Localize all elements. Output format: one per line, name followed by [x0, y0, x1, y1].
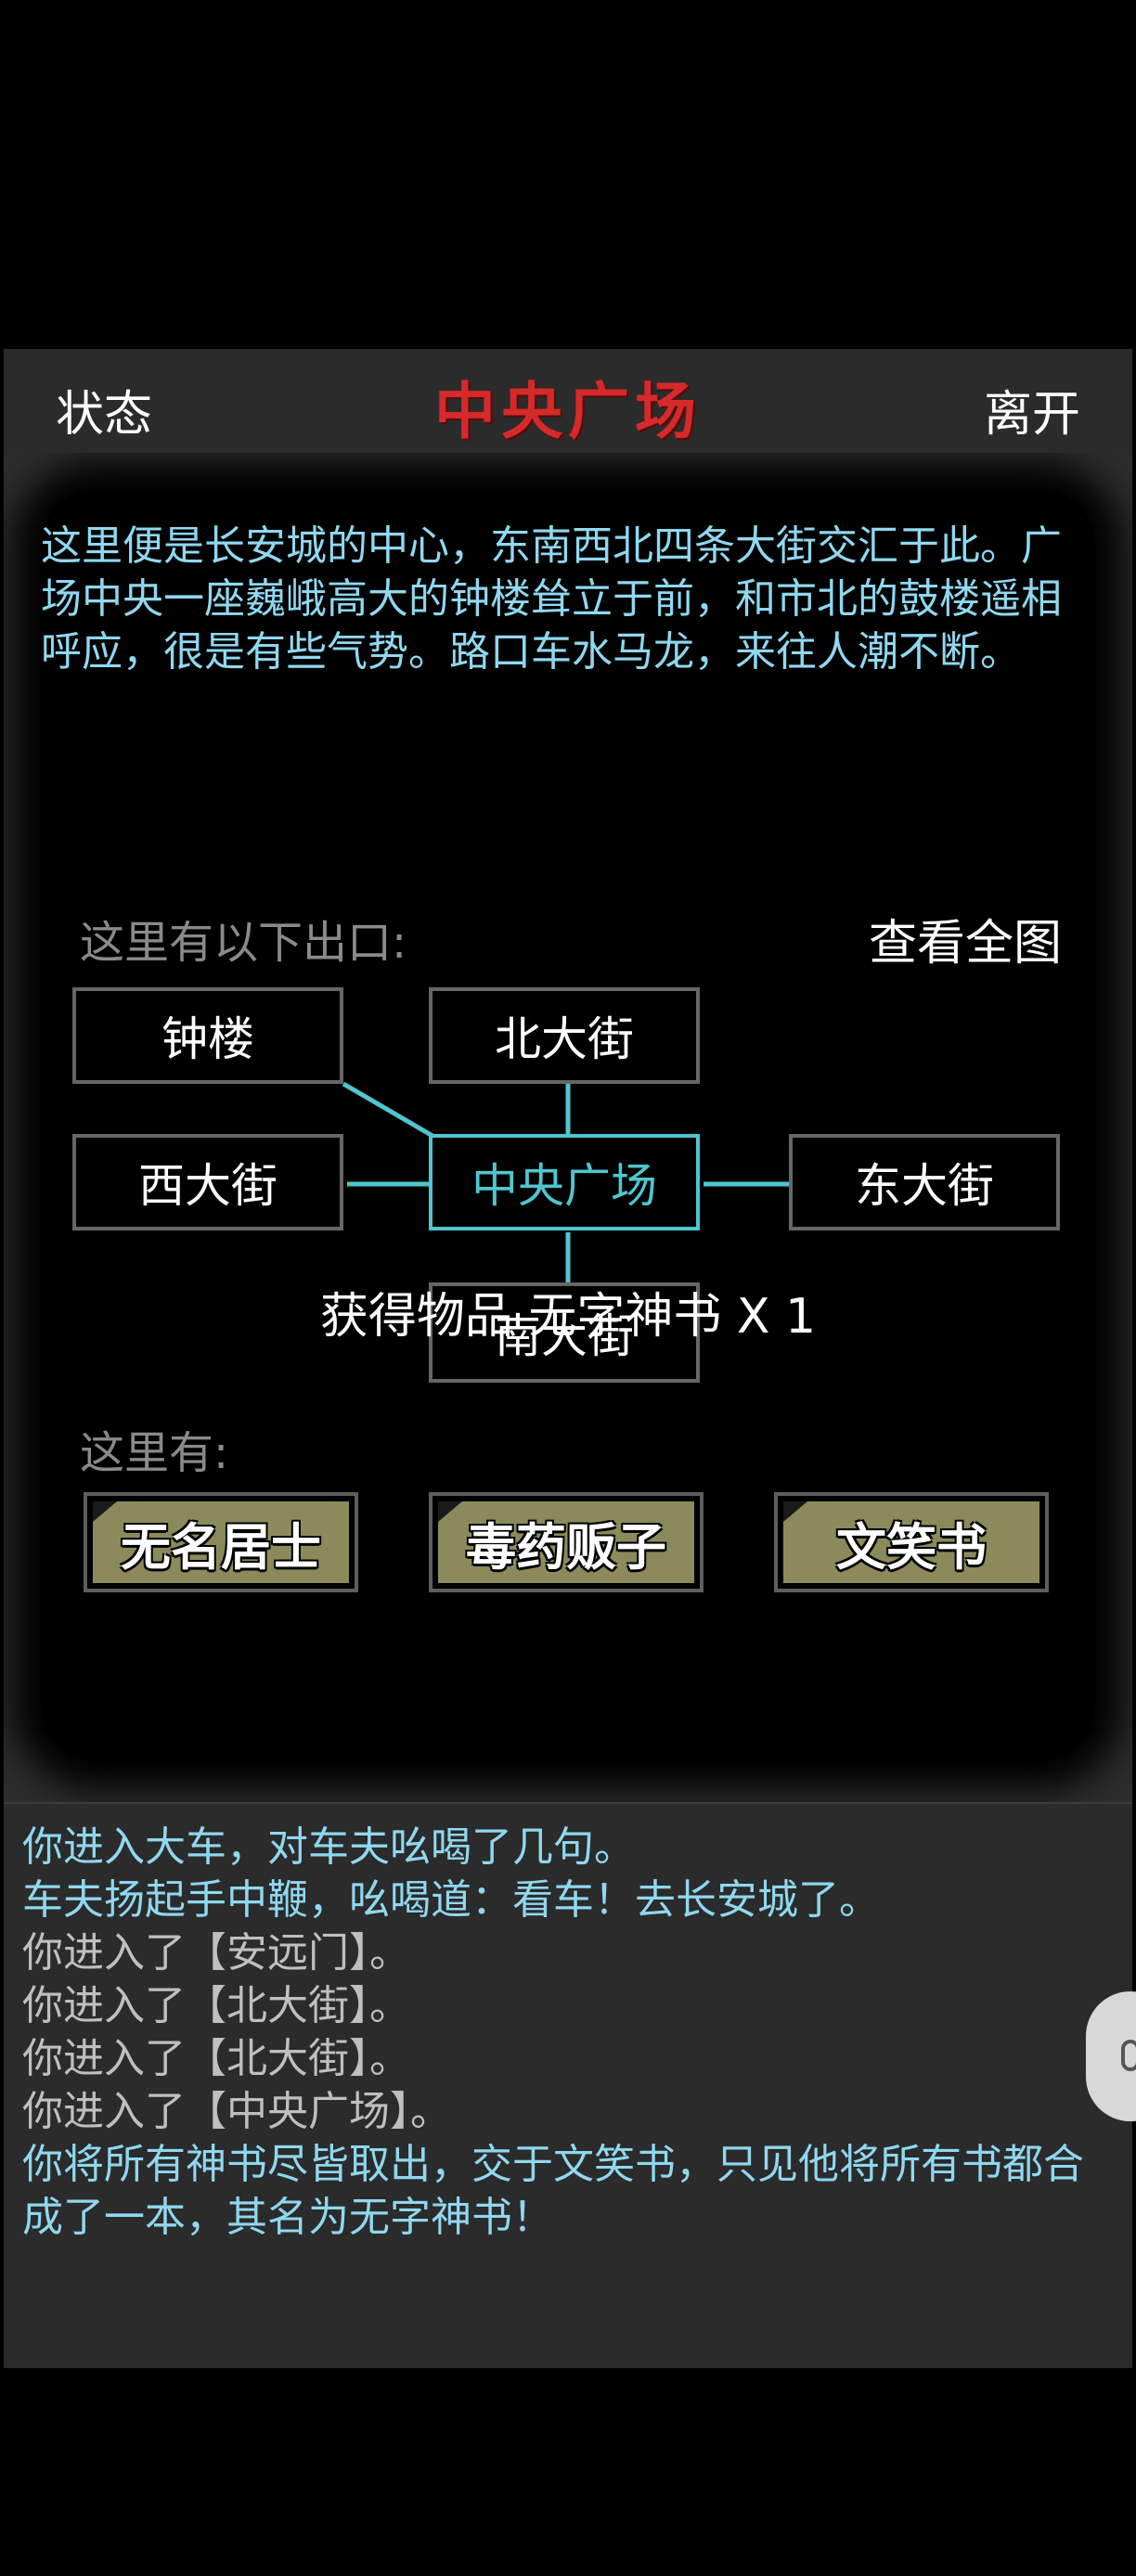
connector-northwest: [342, 1081, 434, 1139]
exit-zhonglou[interactable]: 钟楼: [72, 987, 343, 1084]
npc-label: 文笑书: [783, 1501, 1039, 1583]
log-line: 你进入大车，对车夫吆喝了几句。: [22, 1823, 635, 1871]
message-log: 你进入大车，对车夫吆喝了几句。 车夫扬起手中鞭，吆喝道：看车！去长安城了。 你进…: [4, 1802, 1132, 2368]
floating-assistant-handle[interactable]: [1086, 1991, 1136, 2121]
log-line: 你进入了【北大街】。: [22, 1982, 410, 2029]
handle-icon: [1121, 2040, 1136, 2071]
log-line: 你进入了【安远门】。: [22, 1929, 410, 1977]
item-obtained-toast: 获得物品 无字神书 X 1: [319, 1289, 817, 1345]
log-line: 你进入了【中央广场】。: [22, 2088, 451, 2135]
npc-button-wuming[interactable]: 无名居士: [84, 1492, 358, 1592]
npc-label: 毒药贩子: [438, 1501, 694, 1583]
exit-north-street[interactable]: 北大街: [429, 987, 700, 1084]
exit-east-street[interactable]: 东大街: [789, 1134, 1060, 1230]
log-line: 车夫扬起手中鞭，吆喝道：看车！去长安城了。: [22, 1876, 880, 1924]
npcs-label: 这里有:: [80, 1427, 229, 1479]
npc-label: 无名居士: [93, 1501, 349, 1583]
npc-button-poison-seller[interactable]: 毒药贩子: [429, 1492, 704, 1592]
current-location-node: 中央广场: [429, 1134, 700, 1230]
npc-button-wenxiaoshu[interactable]: 文笑书: [774, 1492, 1049, 1592]
log-line: 你进入了【北大街】。: [22, 2035, 410, 2082]
exit-connectors: [342, 1081, 789, 1284]
log-line: 你将所有神书尽皆取出，交于文笑书，只见他将所有书都合成了一本，其名为无字神书！: [22, 2141, 1084, 2241]
exit-west-street[interactable]: 西大街: [72, 1134, 343, 1230]
